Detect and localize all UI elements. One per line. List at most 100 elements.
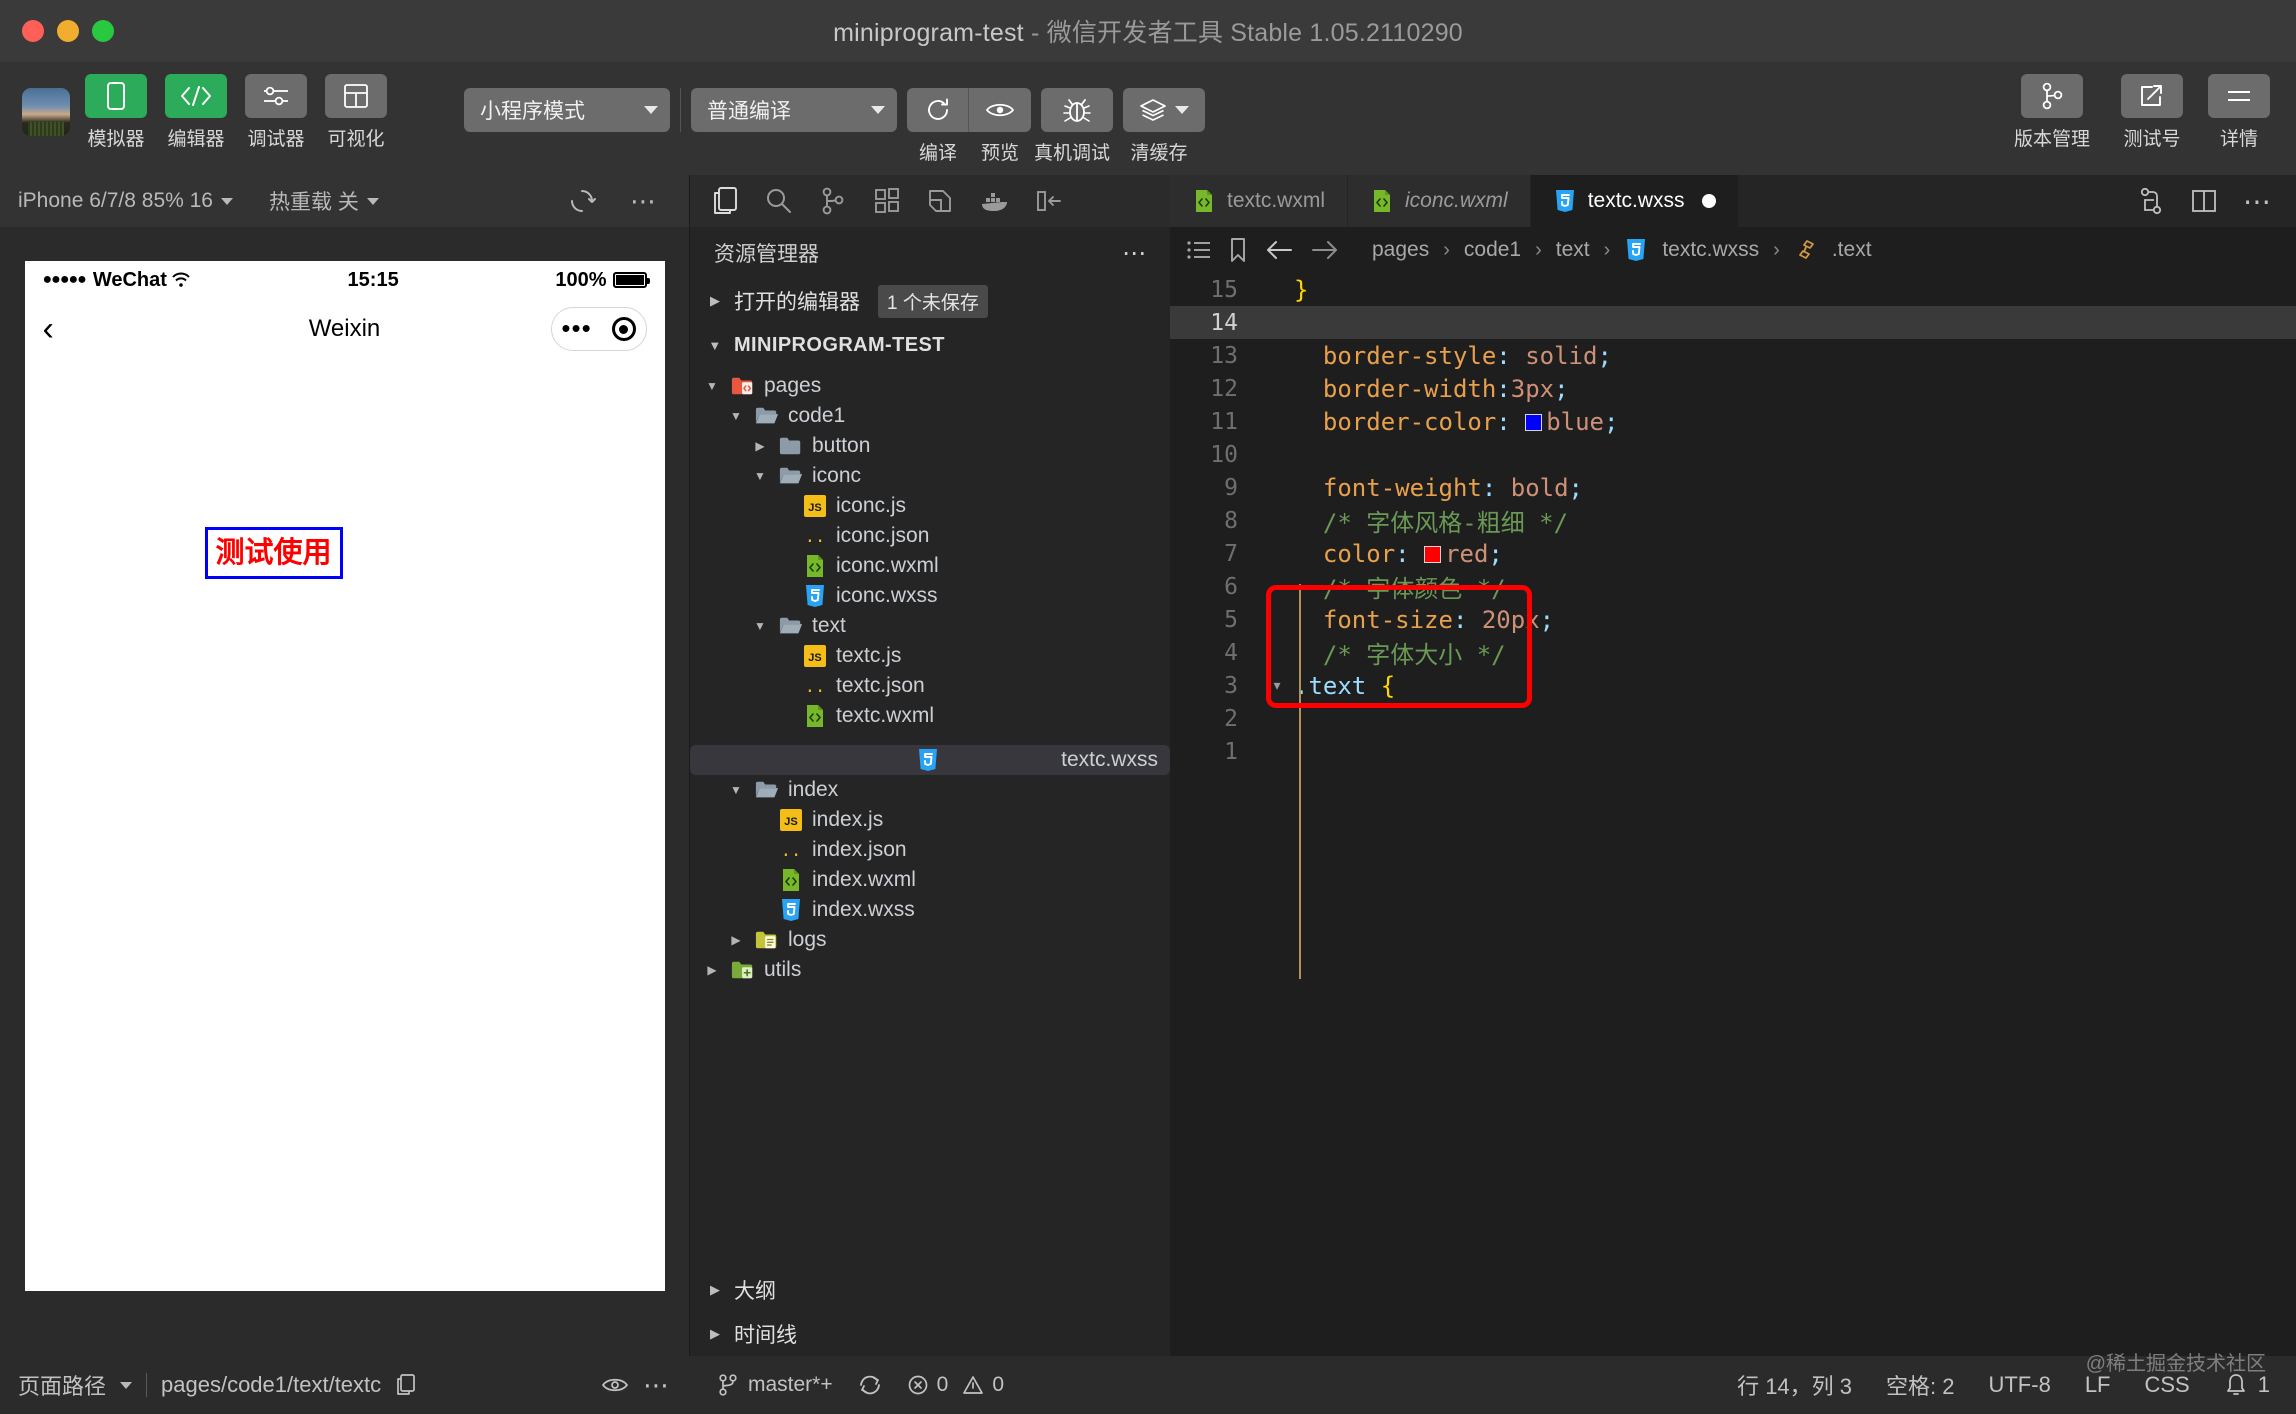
tree-folder-row[interactable]: ▶ logs [690,925,1170,955]
outline-list-icon[interactable] [1186,239,1212,261]
debug-icon[interactable] [918,181,964,221]
breadcrumb-item[interactable]: text [1556,238,1590,262]
code-line[interactable]: 2 [1170,702,2296,735]
breadcrumb-items[interactable]: pages › code1 › text › textc.wxss › .text [1372,238,1872,262]
breadcrumb-item[interactable]: textc.wxss [1662,238,1759,262]
maximize-window-button[interactable] [92,20,114,42]
code-line[interactable]: 3 ▾ .text { [1170,669,2296,702]
page-path-label[interactable]: 页面路径 [18,1369,106,1401]
simulator-more-icon[interactable]: ⋯ [630,186,659,217]
search-icon[interactable] [756,181,802,221]
tree-file-row[interactable]: iconc.wxss [690,581,1170,611]
code-line[interactable]: 13 border-style: solid; [1170,339,2296,372]
file-tree[interactable]: ▼ pages ▼ code1 ▶ button ▼ iconc JS iconc.js {..} i… [690,367,1170,1268]
tree-file-row[interactable]: {..} iconc.json [690,521,1170,551]
breadcrumb-item[interactable]: pages [1372,238,1429,262]
capsule-buttons[interactable]: ••• [550,307,647,351]
branch-indicator[interactable]: master*+ [718,1373,833,1397]
indentation-setting[interactable]: 空格: 2 [1886,1369,1954,1401]
tree-folder-row[interactable]: ▼ code1 [690,401,1170,431]
toolbar-button-version-control[interactable]: 版本管理 [2004,74,2100,151]
code-line[interactable]: 15} [1170,273,2296,306]
tree-folder-row[interactable]: ▶ utils [690,955,1170,985]
cursor-position[interactable]: 行 14，列 3 [1737,1369,1852,1401]
breadcrumb-item[interactable]: code1 [1464,238,1521,262]
code-line[interactable]: 11 border-color: blue; [1170,405,2296,438]
tree-folder-row[interactable]: ▶ button [690,431,1170,461]
problems-indicator[interactable]: 0 0 [907,1373,1004,1397]
compile-button[interactable] [907,88,969,132]
tree-folder-row[interactable]: ▼ text [690,611,1170,641]
tree-file-row[interactable]: JS iconc.js [690,491,1170,521]
editor-tab[interactable]: iconc.wxml [1348,175,1531,227]
more-dots-icon[interactable]: ••• [561,316,591,341]
unsaved-dot-indicator[interactable] [1701,194,1716,208]
editor-tab[interactable]: textc.wxml [1170,175,1349,227]
code-line[interactable]: 8 /* 字体风格-粗细 */ [1170,504,2296,538]
collapse-icon[interactable] [1026,181,1072,221]
outline-section[interactable]: ▶ 大纲 [690,1268,1170,1312]
tree-file-row[interactable]: JS textc.js [690,641,1170,671]
tree-file-row[interactable]: textc.wxss [690,745,1170,775]
compile-select[interactable]: 普通编译 [691,88,897,132]
editor-tabs[interactable]: textc.wxml iconc.wxml textc.wxss ⋯ [1170,175,2296,227]
code-editor[interactable]: 15} 14 13 border-style: solid; 12 border-wi… [1170,273,2296,1356]
window-controls[interactable] [0,20,114,42]
code-line[interactable]: 4 /* 字体大小 */ [1170,636,2296,670]
toolbar-button-visualizer[interactable]: 可视化 [322,74,390,151]
code-line[interactable]: 14 [1170,306,2296,339]
device-debug-button[interactable] [1041,88,1113,132]
minimize-window-button[interactable] [57,20,79,42]
editor-more-icon[interactable]: ⋯ [2243,185,2274,218]
project-root-section[interactable]: ▼ MINIPROGRAM-TEST [690,323,1170,367]
hot-reload-select[interactable]: 热重载 关 [269,186,379,216]
tree-file-row[interactable]: {..} index.json [690,835,1170,865]
tree-folder-row[interactable]: ▼ index [690,775,1170,805]
code-line[interactable]: 10 [1170,438,2296,471]
tree-file-row[interactable]: iconc.wxml [690,551,1170,581]
project-avatar[interactable] [22,88,70,136]
toolbar-button-test-account[interactable]: 测试号 [2112,74,2192,151]
toolbar-button-details[interactable]: 详情 [2204,74,2274,151]
extensions-icon[interactable] [864,181,910,221]
code-line[interactable]: 5 font-size: 20px; [1170,603,2296,636]
breadcrumb-item[interactable]: .text [1832,238,1872,262]
editor-tab[interactable]: textc.wxss [1530,175,1739,227]
close-window-button[interactable] [22,20,44,42]
tree-file-row[interactable]: JS index.js [690,805,1170,835]
files-icon[interactable] [702,181,748,221]
source-control-icon[interactable] [810,181,856,221]
status-more-icon[interactable]: ⋯ [643,1370,672,1401]
clear-cache-button[interactable] [1123,88,1205,132]
explorer-more-icon[interactable]: ⋯ [1122,239,1148,268]
code-line[interactable]: 1 [1170,735,2296,768]
code-line[interactable]: 12 border-width:3px; [1170,372,2296,405]
split-diff-icon[interactable] [2137,186,2165,216]
encoding-setting[interactable]: UTF-8 [1988,1372,2050,1398]
nav-forward-icon[interactable] [1310,239,1340,261]
toolbar-button-debugger[interactable]: 调试器 [242,74,310,151]
breadcrumb[interactable]: pages › code1 › text › textc.wxss › .text [1170,227,2296,273]
split-editor-icon[interactable] [2191,188,2217,214]
code-line[interactable]: 9 font-weight: bold; [1170,471,2296,504]
close-target-icon[interactable] [611,317,636,341]
tree-file-row[interactable]: index.wxss [690,895,1170,925]
copy-icon[interactable] [395,1373,417,1397]
tree-file-row[interactable]: textc.wxml [690,701,1170,731]
open-editors-section[interactable]: ▶ 打开的编辑器 1 个未保存 [690,279,1170,323]
tree-file-row[interactable]: {..} textc.json [690,671,1170,701]
code-line[interactable]: 6 /* 字体颜色 */ [1170,570,2296,604]
toolbar-button-simulator[interactable]: 模拟器 [82,74,150,151]
tree-folder-row[interactable]: ▼ pages [690,371,1170,401]
code-line[interactable]: 7 color: red; [1170,537,2296,570]
mode-select[interactable]: 小程序模式 [464,88,670,132]
nav-back-icon[interactable] [1264,239,1294,261]
tree-folder-row[interactable]: ▼ iconc [690,461,1170,491]
simulator-refresh-icon[interactable] [568,187,596,215]
bookmark-icon[interactable] [1228,237,1248,263]
toolbar-button-editor[interactable]: 编辑器 [162,74,230,151]
docker-icon[interactable] [972,181,1018,221]
device-select[interactable]: iPhone 6/7/8 85% 16 [18,189,233,213]
sync-icon[interactable] [857,1373,883,1397]
preview-button[interactable] [969,88,1031,132]
